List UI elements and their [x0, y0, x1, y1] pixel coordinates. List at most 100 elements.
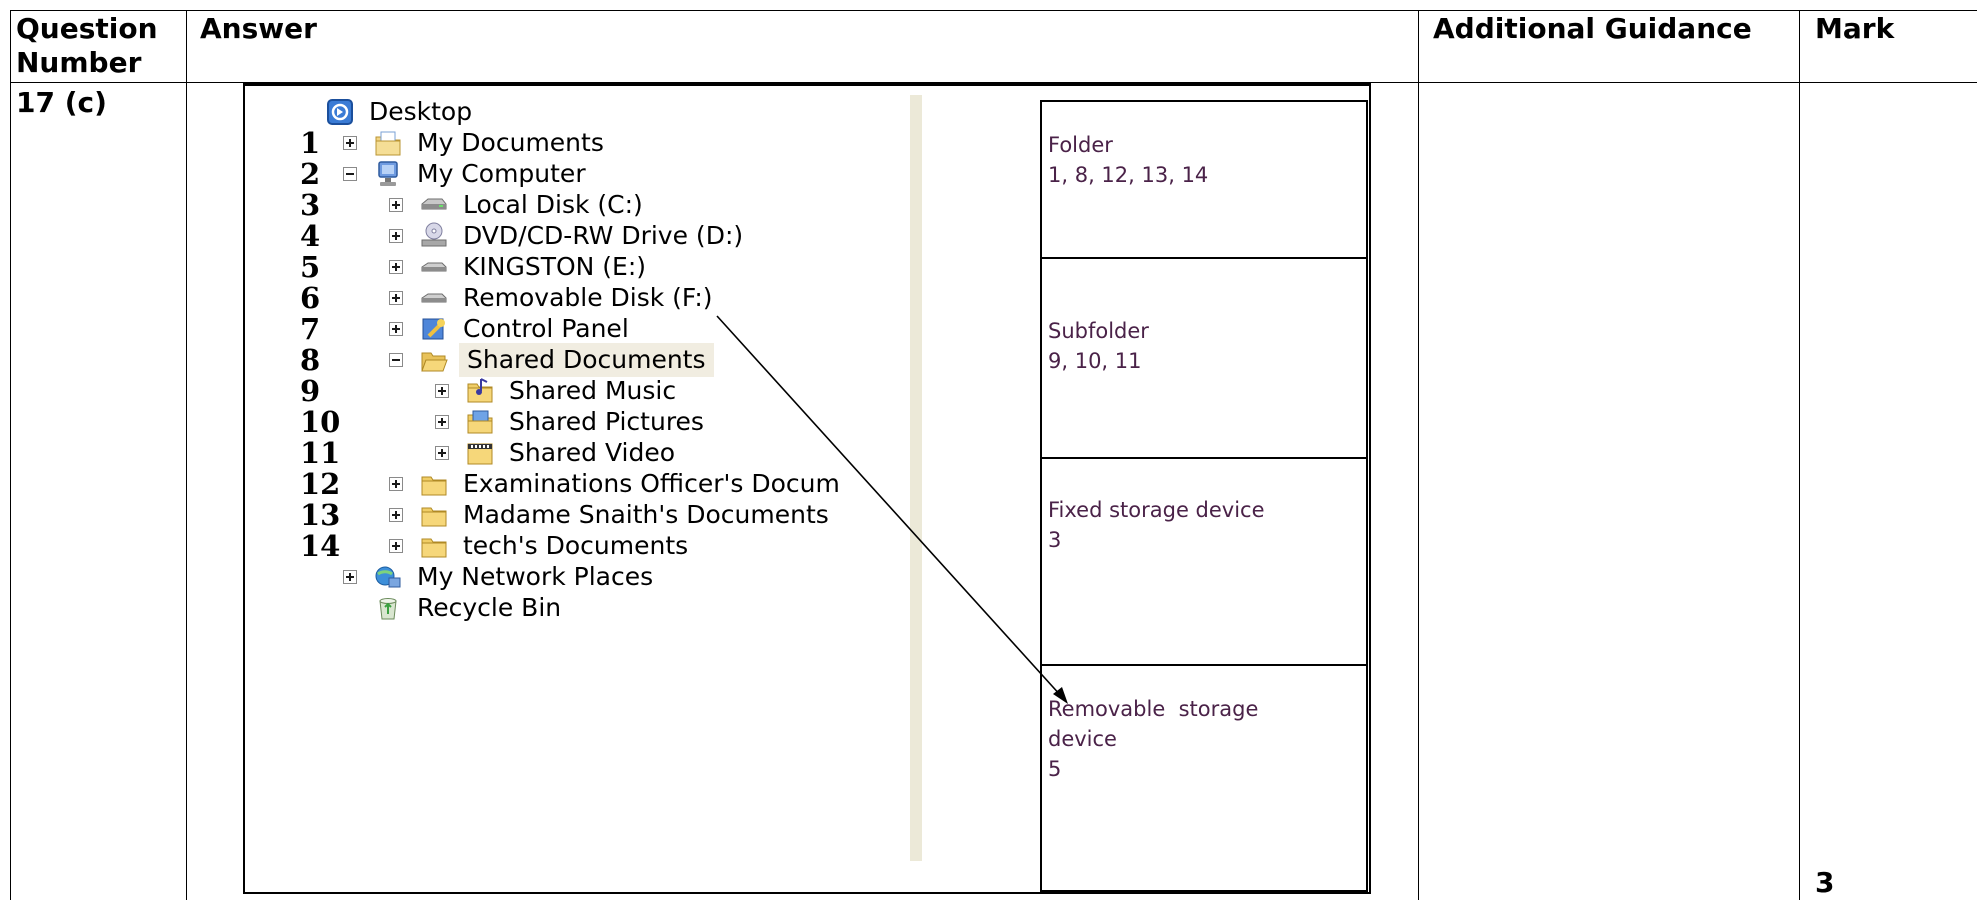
tree-item-label: My Computer — [417, 159, 586, 188]
category-values: 9, 10, 11 — [1048, 349, 1142, 373]
folder-tree-panel: Desktop 1 My Documents 2 My Computer 3 Local D… — [245, 95, 917, 861]
table-top-border — [10, 10, 1977, 11]
category-title: Fixed storage device — [1048, 498, 1265, 522]
tree-item-number: 6 — [300, 281, 321, 315]
network-places-icon — [375, 566, 401, 588]
tree-item-label: Desktop — [369, 97, 473, 126]
category-values: 3 — [1048, 528, 1062, 552]
category-box: Folder 1, 8, 12, 13, 14 — [1042, 102, 1366, 259]
tree-item-number: 8 — [300, 343, 321, 377]
tree-item[interactable]: 10 Shared Pictures — [300, 405, 915, 439]
open-folder-icon — [421, 352, 448, 372]
collapse-icon[interactable] — [389, 353, 403, 367]
tree-item-number: 1 — [300, 126, 321, 160]
tree-item-label: Control Panel — [463, 314, 629, 343]
category-title: Subfolder — [1048, 319, 1149, 343]
expand-icon[interactable] — [435, 446, 449, 460]
tree-item-number: 3 — [300, 188, 321, 222]
recycle-bin-icon — [379, 598, 397, 620]
expand-icon[interactable] — [389, 539, 403, 553]
tree-item[interactable]: 3 Local Disk (C:) — [300, 188, 915, 222]
tree-item-label: Recycle Bin — [417, 593, 562, 622]
column-divider-question — [186, 10, 187, 900]
tree-item[interactable]: My Network Places — [325, 560, 915, 594]
expand-icon[interactable] — [435, 415, 449, 429]
tree-item-number: 13 — [300, 498, 341, 532]
tree-item-label: Madame Snaith's Documents — [463, 500, 829, 529]
expand-icon[interactable] — [389, 291, 403, 305]
header-answer: Answer — [200, 12, 317, 45]
my-computer-icon — [378, 161, 398, 186]
tree-item-number: 5 — [300, 250, 321, 284]
tree-item[interactable]: 13 Madame Snaith's Documents — [300, 498, 915, 532]
table-left-border — [10, 10, 11, 900]
tree-item-number: 9 — [300, 374, 321, 408]
expand-icon[interactable] — [389, 229, 403, 243]
tree-item[interactable]: 2 My Computer — [300, 157, 915, 191]
category-box: Fixed storage device 3 — [1042, 459, 1366, 666]
removable-drive-icon — [421, 293, 447, 303]
removable-drive-icon — [421, 262, 447, 272]
music-folder-icon — [467, 378, 493, 403]
tree-item[interactable]: 1 My Documents — [300, 126, 915, 160]
tree-item-label: Examinations Officer's Docum — [463, 469, 840, 498]
expand-icon[interactable] — [389, 322, 403, 336]
tree-item[interactable]: 11 Shared Video — [300, 436, 915, 470]
answer-figure: Desktop 1 My Documents 2 My Computer 3 Local D… — [243, 83, 1371, 894]
tree-item-label: Shared Video — [509, 438, 676, 467]
tree-item-label: KINGSTON (E:) — [463, 252, 647, 281]
tree-item-number: 12 — [300, 467, 341, 501]
expand-icon[interactable] — [389, 260, 403, 274]
tree-item[interactable]: 9 Shared Music — [300, 374, 915, 408]
folder-icon — [421, 507, 447, 527]
tree-item-label: Shared Music — [509, 376, 677, 405]
tree-item-number: 11 — [300, 436, 341, 470]
tree-item[interactable]: 14 tech's Documents — [300, 529, 915, 563]
tree-item-label: My Documents — [417, 128, 604, 157]
tree-item-number: 7 — [300, 312, 321, 346]
column-divider-guidance — [1799, 10, 1800, 900]
tree-item-label: Local Disk (C:) — [463, 190, 643, 219]
desktop-icon — [327, 99, 353, 125]
tree-item[interactable]: 6 Removable Disk (F:) — [300, 281, 915, 315]
expand-icon[interactable] — [389, 508, 403, 522]
pictures-folder-icon — [467, 410, 493, 434]
tree-item-number: 2 — [300, 157, 321, 191]
tree-item[interactable]: 12 Examinations Officer's Docum — [300, 467, 915, 501]
my-documents-icon — [375, 131, 401, 156]
tree-item-label: Removable Disk (F:) — [463, 283, 713, 312]
column-divider-answer — [1418, 10, 1419, 900]
question-number: 17 (c) — [16, 86, 107, 119]
header-question-number: Question Number — [16, 12, 158, 79]
folder-icon — [421, 476, 447, 496]
expand-icon[interactable] — [389, 198, 403, 212]
expand-icon[interactable] — [343, 570, 357, 584]
tree-item-label: DVD/CD-RW Drive (D:) — [463, 221, 744, 250]
tree-panel-divider — [910, 95, 922, 861]
tree-item[interactable]: Recycle Bin — [325, 591, 915, 625]
video-folder-icon — [467, 443, 493, 465]
category-values: 1, 8, 12, 13, 14 — [1048, 163, 1209, 187]
header-mark: Mark — [1815, 12, 1895, 45]
category-boxes: Folder 1, 8, 12, 13, 14 Subfolder 9, 10, 11… — [1040, 100, 1368, 892]
expand-icon[interactable] — [435, 384, 449, 398]
category-title: Removable storage device — [1048, 697, 1266, 751]
dvd-drive-icon — [421, 222, 447, 247]
header-additional-guidance: Additional Guidance — [1433, 12, 1752, 45]
category-values: 5 — [1048, 757, 1062, 781]
expand-icon[interactable] — [343, 136, 357, 150]
tree-item[interactable]: 8 Shared Documents — [300, 343, 915, 377]
tree-item-number: 4 — [300, 219, 321, 253]
tree-item[interactable]: Desktop — [325, 95, 915, 129]
figure-top-line — [245, 85, 1369, 86]
category-box: Subfolder 9, 10, 11 — [1042, 259, 1366, 459]
expand-icon[interactable] — [389, 477, 403, 491]
tree-item-label: tech's Documents — [463, 531, 689, 560]
collapse-icon[interactable] — [343, 167, 357, 181]
category-title: Folder — [1048, 133, 1113, 157]
folder-icon — [421, 538, 447, 558]
control-panel-icon — [422, 318, 445, 340]
tree-item[interactable]: 4 DVD/CD-RW Drive (D:) — [300, 219, 915, 253]
tree-item[interactable]: 7 Control Panel — [300, 312, 915, 346]
tree-item[interactable]: 5 KINGSTON (E:) — [300, 250, 915, 284]
